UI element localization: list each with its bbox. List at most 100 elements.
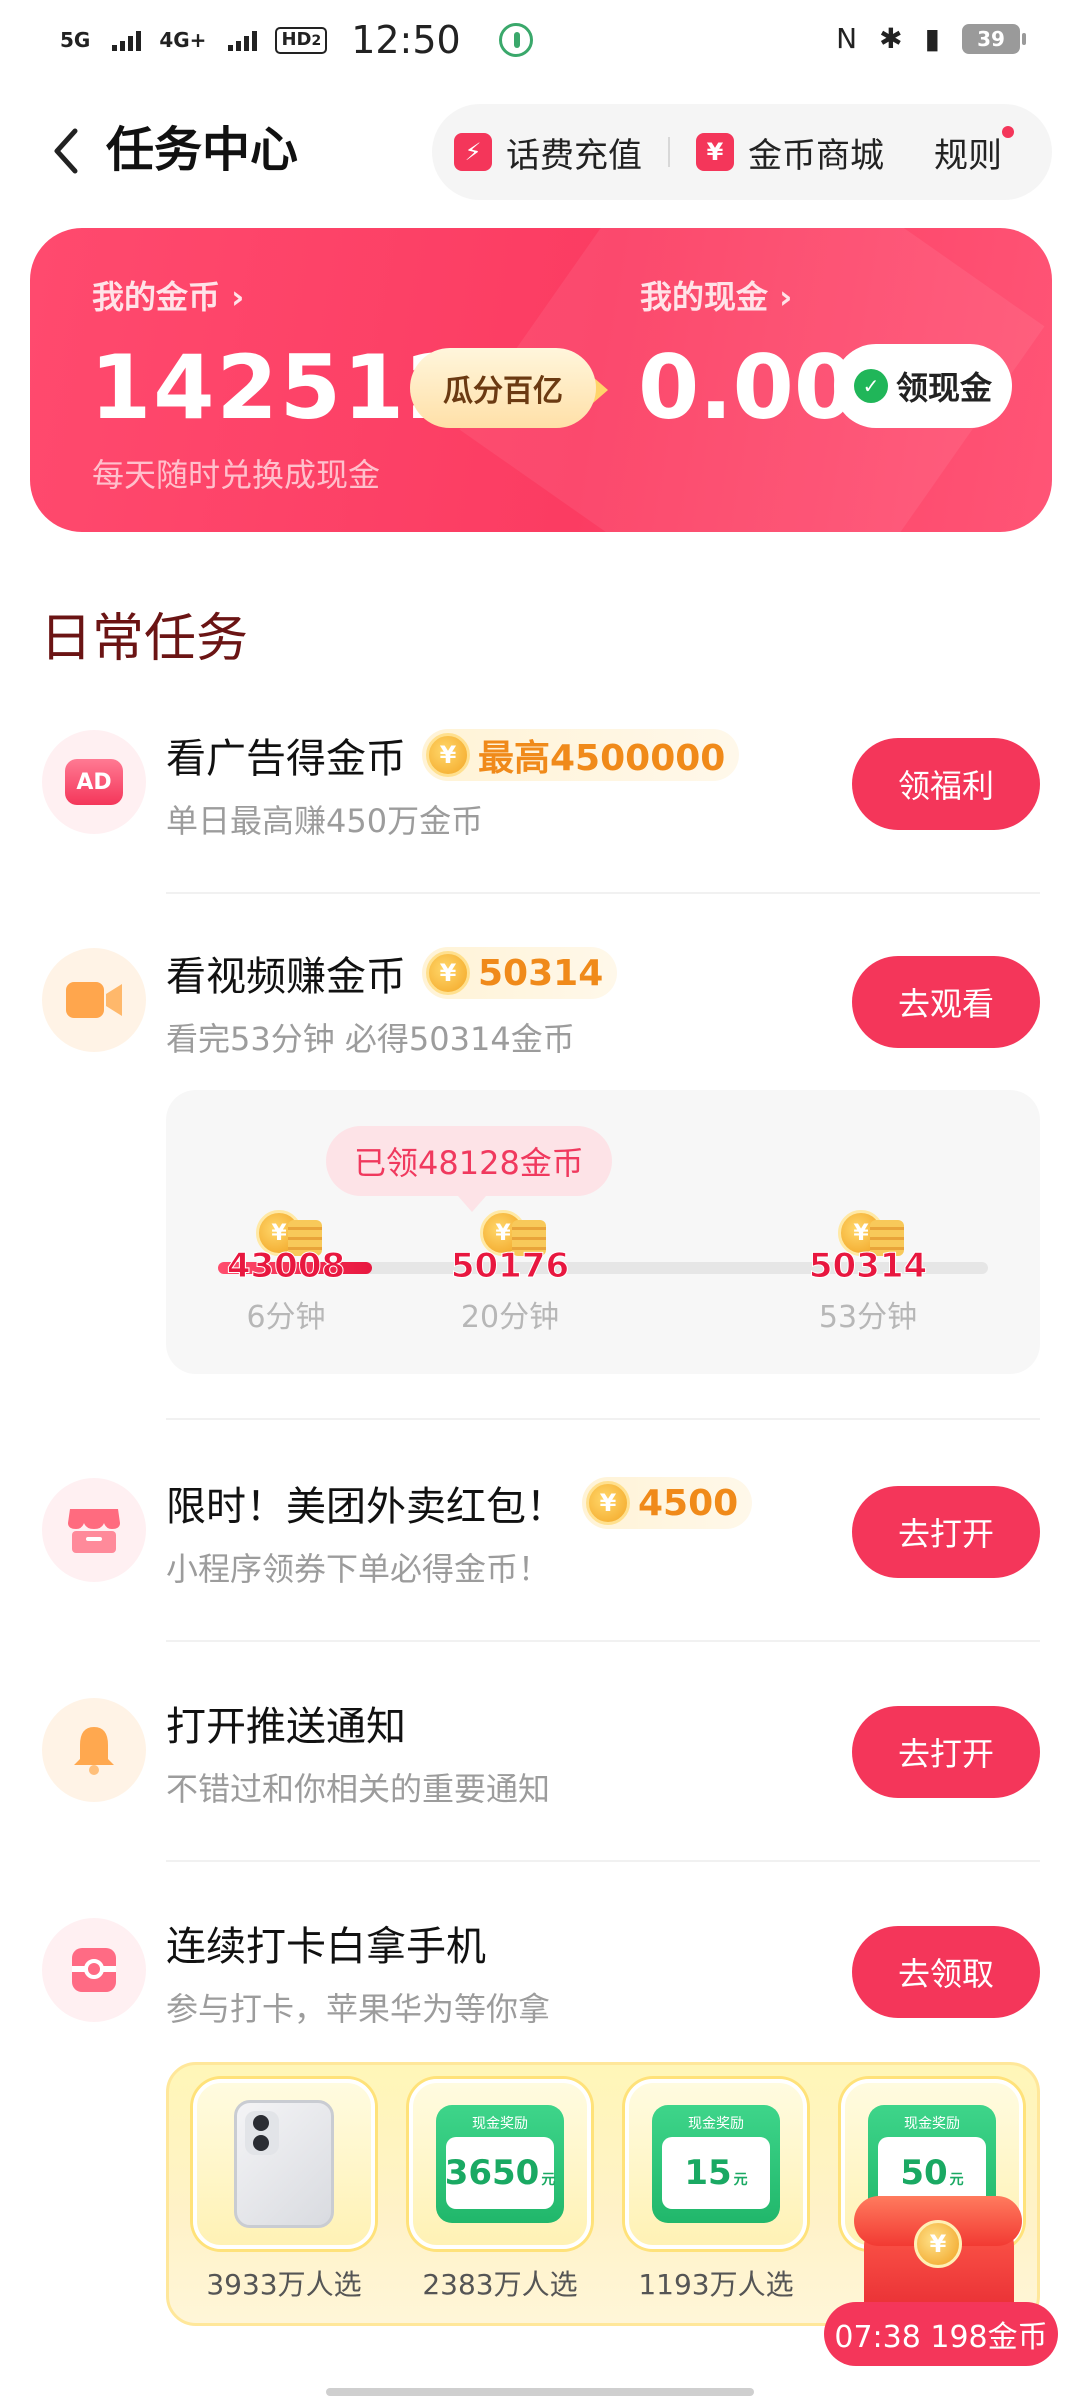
header: 任务中心 ⚡ 话费充值 ¥ 金币商城 规则 (0, 96, 1080, 206)
hd-voice-badge: HD2 (275, 26, 328, 54)
reward-badge: ¥ 50314 (422, 947, 618, 999)
reward-badge: ¥ 4500 (582, 1477, 753, 1529)
wallet-hint: 每天随时兑换成现金 (92, 456, 381, 494)
cash-reward-icon: 现金奖励 3650 元 (436, 2105, 564, 2223)
open-notifications-button[interactable]: 去打开 (852, 1706, 1040, 1798)
my-cash-link[interactable]: 我的现金 › (640, 272, 792, 318)
lightning-icon: ⚡ (454, 133, 492, 171)
claim-benefit-button[interactable]: 领福利 (852, 738, 1040, 830)
divider (166, 1860, 1040, 1862)
cash-unit: 元 (541, 2172, 556, 2188)
bluetooth-icon: ✱ (879, 22, 903, 55)
reward-amount: 最高4500000 (478, 738, 726, 779)
back-icon[interactable] (36, 116, 96, 186)
nfc-icon: N (836, 22, 858, 55)
rules-button[interactable]: 规则 (934, 125, 1014, 177)
watch-video-button[interactable]: 去观看 (852, 956, 1040, 1048)
task-watch-video: 看视频赚金币 ¥ 50314 看完53分钟 必得50314金币 去观看 (0, 936, 1080, 1066)
wallet-card: 我的金币 › 我的现金 › 142512 瓜分百亿 0.00 ✓ 领现金 每天随… (30, 228, 1052, 532)
video-progress-card: 已领48128金币 ¥ 43008 6分钟 ¥ 50176 20分钟 ¥ 503… (166, 1090, 1040, 1374)
status-right: N ✱ ▮ 39 (836, 22, 1026, 55)
cash-reward-icon: 现金奖励 15 元 (652, 2105, 780, 2223)
milestone: ¥ 43008 6分钟 (216, 1210, 356, 1344)
task-title-row: 看广告得金币 ¥ 最高4500000 (166, 726, 740, 784)
task-subtitle: 不错过和你相关的重要通知 (166, 1770, 551, 1808)
signal-4g-label: 4G+ (159, 28, 207, 52)
task-title: 看广告得金币 (166, 736, 406, 782)
claim-checkin-button[interactable]: 去领取 (852, 1926, 1040, 2018)
signal-bars-icon (228, 29, 258, 51)
task-title: 看视频赚金币 (166, 954, 406, 1000)
notification-dot (1002, 125, 1014, 138)
task-title-row: 看视频赚金币 ¥ 50314 (166, 944, 618, 1002)
divider (668, 137, 670, 167)
signal-bars-icon (112, 29, 142, 51)
milestone-time: 6分钟 (246, 1300, 326, 1335)
status-bar: 5G 4G+ HD2 12:50 N ✱ ▮ 39 (0, 0, 1080, 84)
task-enable-notifications: 打开推送通知 不错过和你相关的重要通知 去打开 (0, 1686, 1080, 1816)
app-notification-icon (498, 23, 533, 57)
float-timer-badge[interactable]: 07:38 198金币 (824, 2302, 1058, 2366)
split-prize-badge[interactable]: 瓜分百亿 (410, 348, 596, 428)
home-indicator (326, 2388, 754, 2396)
video-camera-icon (42, 948, 146, 1052)
my-coins-link[interactable]: 我的金币 › (92, 272, 244, 318)
status-left: 5G 4G+ HD2 12:50 (60, 18, 533, 62)
prize-box: 现金奖励 3650 元 (409, 2079, 591, 2249)
task-subtitle: 参与打卡，苹果华为等你拿 (166, 1990, 551, 2028)
coin-icon: ¥ (586, 1481, 630, 1525)
coin-icon: ¥ (426, 733, 470, 777)
divider (166, 1640, 1040, 1642)
rules-label: 规则 (934, 135, 1002, 176)
reward-amount: 4500 (638, 1482, 739, 1524)
reward-amount: 50314 (478, 952, 604, 994)
task-title: 打开推送通知 (166, 1704, 406, 1750)
cash-balance: 0.00 (638, 336, 856, 439)
hd-sub-label: 2 (311, 32, 322, 49)
coin-mall-label: 金币商城 (748, 135, 884, 176)
prize-count: 2383万人选 (422, 2268, 578, 2301)
prize-item[interactable]: 现金奖励 3650 元 2383万人选 (409, 2079, 591, 2303)
open-meituan-button[interactable]: 去打开 (852, 1486, 1040, 1578)
header-actions: ⚡ 话费充值 ¥ 金币商城 规则 (432, 104, 1052, 200)
milestone-value: 43008 (226, 1246, 346, 1287)
bell-icon (42, 1698, 146, 1802)
cash-amount: 3650 元 (444, 2137, 556, 2209)
task-subtitle: 小程序领券下单必得金币！ (166, 1550, 551, 1588)
milestone: ¥ 50176 20分钟 (440, 1210, 580, 1344)
cash-reward-label: 现金奖励 (688, 2116, 744, 2132)
milestone-time: 53分钟 (818, 1300, 918, 1335)
prize-box: 现金奖励 15 元 (625, 2079, 807, 2249)
milestone-time: 20分钟 (460, 1300, 560, 1335)
coin-icon: ¥ (426, 951, 470, 995)
cash-amount: 15 元 (662, 2137, 770, 2209)
task-checkin-phone: 连续打卡白拿手机 参与打卡，苹果华为等你拿 去领取 (0, 1906, 1080, 2036)
task-title-row: 打开推送通知 (166, 1694, 406, 1752)
withdraw-cash-label: 领现金 (895, 369, 992, 407)
wechat-icon: ✓ (853, 369, 888, 403)
cash-reward-label: 现金奖励 (472, 2116, 528, 2132)
page-title: 任务中心 (106, 122, 299, 178)
prize-count: 1193万人选 (638, 2268, 794, 2301)
cash-amount-value: 3650 (444, 2153, 540, 2193)
battery-icon: 39 (962, 23, 1026, 54)
ad-icon: AD (42, 730, 146, 834)
checkin-icon (42, 1918, 146, 2022)
divider (166, 892, 1040, 894)
cash-amount-value: 15 (684, 2153, 732, 2193)
prize-item[interactable]: 现金奖励 15 元 1193万人选 (625, 2079, 807, 2303)
section-title: 日常任务 (40, 609, 249, 669)
task-meituan-coupon: 限时！美团外卖红包！ ¥ 4500 小程序领券下单必得金币！ 去打开 (0, 1466, 1080, 1596)
milestone: ¥ 50314 53分钟 (798, 1210, 938, 1344)
prize-item[interactable]: 3933万人选 (193, 2079, 375, 2303)
task-title: 限时！美团外卖红包！ (166, 1484, 566, 1530)
cash-reward-label: 现金奖励 (904, 2116, 960, 2132)
task-title: 连续打卡白拿手机 (166, 1924, 486, 1970)
coin-mall-button[interactable]: ¥ 金币商城 (696, 128, 884, 177)
coin-icon: ¥ (914, 2220, 962, 2268)
cash-unit: 元 (733, 2172, 748, 2188)
milestone-value: 50176 (450, 1246, 570, 1287)
prize-count: 3933万人选 (206, 2268, 362, 2301)
recharge-button[interactable]: ⚡ 话费充值 (454, 128, 642, 177)
withdraw-cash-button[interactable]: ✓ 领现金 (834, 344, 1012, 428)
